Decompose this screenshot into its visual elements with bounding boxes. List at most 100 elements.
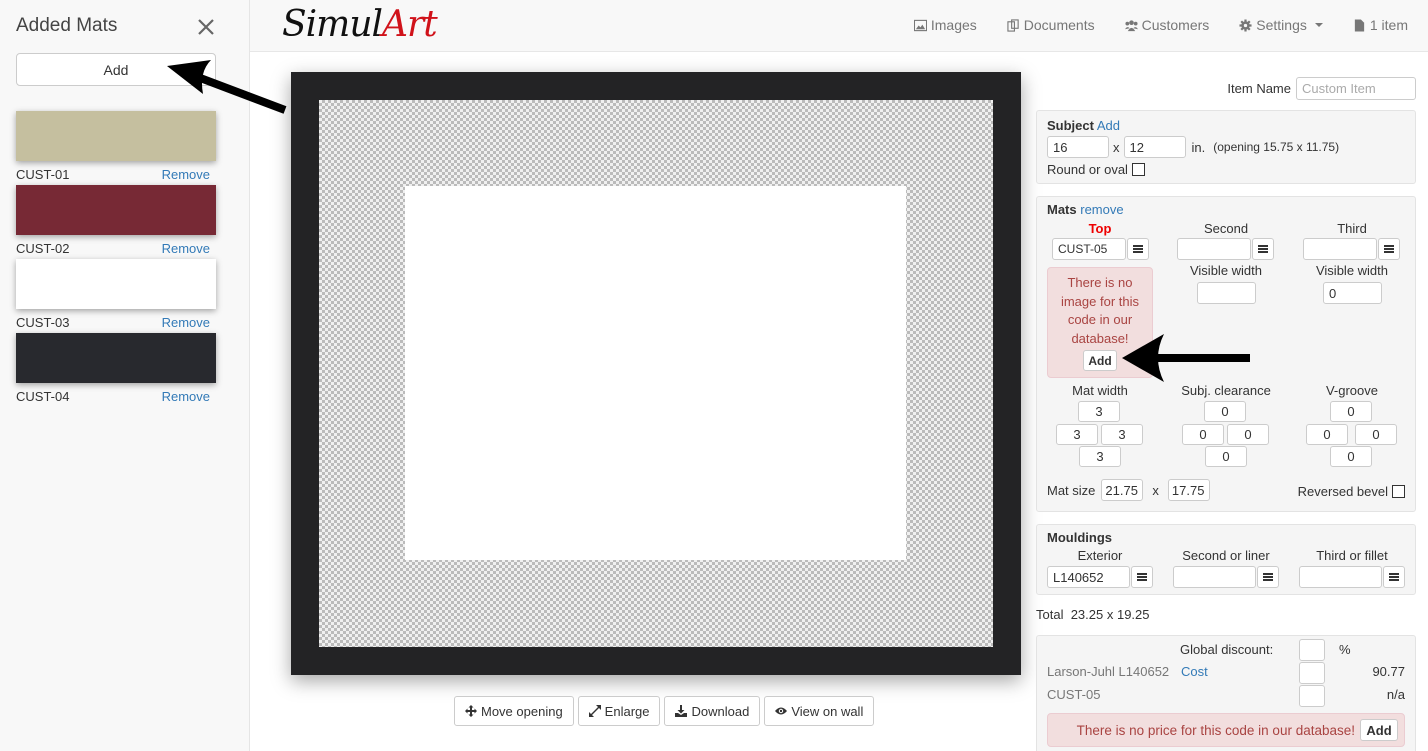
clearance-right-input[interactable] xyxy=(1227,424,1269,445)
mat-code: CUST-03 xyxy=(16,315,70,330)
logo-text-simul: Simul xyxy=(282,4,383,45)
mats-remove-link[interactable]: remove xyxy=(1080,202,1123,217)
cost-link[interactable]: Cost xyxy=(1181,664,1208,679)
clearance-bottom-input[interactable] xyxy=(1205,446,1247,467)
mat-size-height[interactable] xyxy=(1167,479,1210,501)
visible-width-label: Visible width xyxy=(1189,263,1263,278)
add-mat-button[interactable]: Add xyxy=(16,53,216,86)
clearance-top-input[interactable] xyxy=(1204,401,1246,422)
button-label: Enlarge xyxy=(604,703,650,719)
mat-width-bottom-input[interactable] xyxy=(1079,446,1121,467)
add-price-button[interactable]: Add xyxy=(1360,719,1398,741)
total-label: Total xyxy=(1036,607,1064,622)
nav-cart[interactable]: 1 item xyxy=(1353,17,1408,33)
nav-images[interactable]: Images xyxy=(913,17,977,33)
opening-size-text: (opening 15.75 x 11.75) xyxy=(1213,140,1340,154)
menu-icon[interactable] xyxy=(1257,566,1279,588)
fillet-moulding-input[interactable] xyxy=(1299,566,1382,588)
mouldings-panel: Mouldings Exterior Second or liner Third… xyxy=(1036,524,1416,595)
round-oval-label: Round or oval xyxy=(1047,162,1128,177)
top-mat-combo xyxy=(1052,238,1149,260)
mat-width-label: Mat width xyxy=(1072,383,1128,398)
button-label: Download xyxy=(691,703,750,719)
vgroove-top-input[interactable] xyxy=(1330,401,1372,422)
enlarge-button[interactable]: Enlarge xyxy=(577,696,661,726)
mat-width-right-input[interactable] xyxy=(1101,424,1143,445)
mat-item: CUST-02 Remove xyxy=(16,185,216,256)
menu-icon[interactable] xyxy=(1127,238,1149,260)
mat-discount-input[interactable] xyxy=(1299,685,1325,707)
download-button[interactable]: Download xyxy=(664,696,761,726)
exterior-moulding-input[interactable] xyxy=(1047,566,1130,588)
vgroove-left-input[interactable] xyxy=(1306,424,1348,445)
mats-panel: Mats remove Top Second Third There is no… xyxy=(1036,196,1416,512)
mat-price-name: CUST-05 xyxy=(1047,687,1101,702)
liner-moulding-input[interactable] xyxy=(1173,566,1256,588)
mat-swatch[interactable] xyxy=(16,185,216,235)
mat-swatch[interactable] xyxy=(16,259,216,309)
third-visible-width-input[interactable] xyxy=(1323,282,1382,304)
subject-width-input[interactable] xyxy=(1047,136,1109,158)
total-value: 23.25 x 19.25 xyxy=(1070,607,1150,622)
nav-settings[interactable]: Settings xyxy=(1239,17,1323,33)
nav-label: 1 item xyxy=(1369,17,1408,33)
reversed-bevel-checkbox[interactable] xyxy=(1392,485,1405,498)
menu-icon[interactable] xyxy=(1131,566,1153,588)
simulart-logo[interactable]: SimulArt xyxy=(282,4,438,45)
remove-mat-link[interactable]: Remove xyxy=(162,241,210,256)
mat-size-width[interactable] xyxy=(1101,479,1144,501)
nav-customers[interactable]: Customers xyxy=(1124,17,1209,33)
exterior-moulding-combo xyxy=(1047,566,1153,588)
file-icon xyxy=(1354,18,1365,32)
close-icon[interactable] xyxy=(196,14,216,40)
second-mat-code-input[interactable] xyxy=(1177,238,1251,260)
vgroove-right-input[interactable] xyxy=(1355,424,1397,445)
download-icon xyxy=(675,705,688,717)
menu-icon[interactable] xyxy=(1252,238,1274,260)
second-mat-label: Second xyxy=(1203,221,1249,236)
mat-width-top-input[interactable] xyxy=(1078,401,1120,422)
button-label: Move opening xyxy=(481,703,563,719)
add-image-button[interactable]: Add xyxy=(1083,350,1117,371)
exterior-label: Exterior xyxy=(1077,548,1123,563)
remove-mat-link[interactable]: Remove xyxy=(162,167,210,182)
menu-icon[interactable] xyxy=(1383,566,1405,588)
global-discount-label: Global discount: xyxy=(1180,642,1274,657)
move-opening-button[interactable]: Move opening xyxy=(454,696,574,726)
mat-item: CUST-04 Remove xyxy=(16,333,216,404)
mat-code: CUST-02 xyxy=(16,241,70,256)
round-oval-checkbox[interactable] xyxy=(1131,163,1145,176)
mat-opening xyxy=(405,186,906,560)
mat-swatch[interactable] xyxy=(16,333,216,383)
expand-icon xyxy=(588,705,601,717)
third-mat-code-input[interactable] xyxy=(1303,238,1377,260)
vgroove-bottom-input[interactable] xyxy=(1330,446,1372,467)
no-price-alert-text: There is no price for this code in our d… xyxy=(1076,722,1355,738)
subject-add-link[interactable]: Add xyxy=(1097,118,1120,133)
nav-label: Documents xyxy=(1023,17,1095,33)
visible-width-label: Visible width xyxy=(1315,263,1389,278)
remove-mat-link[interactable]: Remove xyxy=(162,389,210,404)
remove-mat-link[interactable]: Remove xyxy=(162,315,210,330)
second-visible-width-input[interactable] xyxy=(1197,282,1256,304)
vgroove-label: V-groove xyxy=(1325,383,1379,398)
moulding-price-value: 90.77 xyxy=(1372,664,1405,679)
percent-sign: % xyxy=(1339,642,1351,657)
mat-swatch[interactable] xyxy=(16,111,216,161)
mat-width-left-input[interactable] xyxy=(1056,424,1098,445)
global-discount-input[interactable] xyxy=(1299,639,1325,661)
mat-price-value: n/a xyxy=(1386,687,1405,702)
no-image-alert: There is no image for this code in our d… xyxy=(1047,267,1153,378)
nav-label: Images xyxy=(930,17,977,33)
top-mat-code-input[interactable] xyxy=(1052,238,1126,260)
subject-title: Subject xyxy=(1047,118,1094,133)
nav-documents[interactable]: Documents xyxy=(1007,17,1095,33)
moulding-discount-input[interactable] xyxy=(1299,662,1325,684)
subject-height-input[interactable] xyxy=(1123,136,1186,158)
item-name-input[interactable] xyxy=(1296,77,1416,100)
clearance-left-input[interactable] xyxy=(1182,424,1224,445)
mat-preview xyxy=(319,100,993,647)
third-mat-combo xyxy=(1303,238,1400,260)
menu-icon[interactable] xyxy=(1378,238,1400,260)
view-on-wall-button[interactable]: View on wall xyxy=(764,696,875,726)
